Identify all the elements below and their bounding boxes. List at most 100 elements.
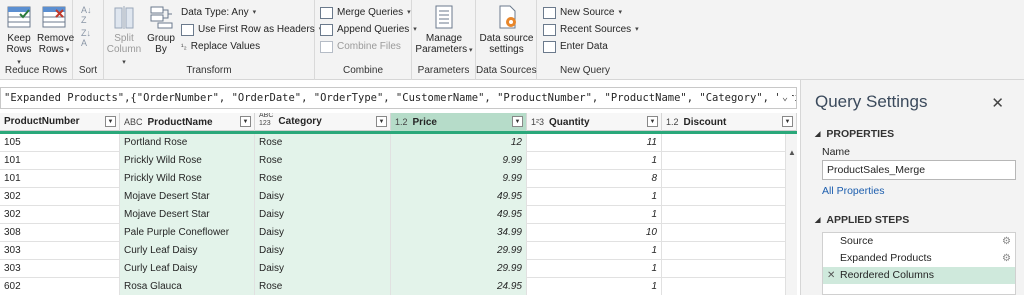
enter-data-button[interactable]: Enter Data [543,39,608,55]
recent-sources-button[interactable]: Recent Sources ▾ [543,22,639,38]
table-cell[interactable]: Rose [255,134,391,152]
new-source-button[interactable]: New Source ▾ [543,5,622,21]
column-type-icon[interactable]: 1.2 [395,117,408,127]
scroll-up-icon[interactable]: ▲ [788,148,796,157]
table-cell[interactable]: 1 [527,278,662,295]
table-cell[interactable]: 302 [0,188,120,206]
filter-dropdown-icon[interactable]: ▼ [512,116,523,127]
remove-rows-button[interactable]: Remove Rows ▾ [37,4,74,56]
sort-ascending-icon[interactable]: A↓ Z [81,5,92,25]
table-cell[interactable]: Daisy [255,260,391,278]
column-type-icon[interactable]: 1²3 [531,117,544,127]
sort-descending-icon[interactable]: Z↓ A [81,28,91,48]
table-cell[interactable]: Rosa Glauca [120,278,255,295]
column-header-0[interactable]: ProductNumber ▼ [0,113,120,131]
split-column-button[interactable]: Split Column ▾ [106,4,142,68]
column-header-5[interactable]: 1.2 Discount ▼ [662,113,797,131]
table-cell[interactable]: 302 [0,206,120,224]
table-cell[interactable] [662,224,797,242]
table-cell[interactable]: Curly Leaf Daisy [120,260,255,278]
table-cell[interactable]: Rose [255,152,391,170]
table-cell[interactable]: Curly Leaf Daisy [120,242,255,260]
filter-dropdown-icon[interactable]: ▼ [240,116,251,127]
table-cell[interactable]: Daisy [255,242,391,260]
table-cell[interactable]: Rose [255,170,391,188]
table-cell[interactable]: 303 [0,260,120,278]
filter-dropdown-icon[interactable]: ▼ [782,116,793,127]
column-type-icon[interactable]: 1.2 [666,117,679,127]
replace-values-button[interactable]: ¹₂ Replace Values [181,39,260,55]
table-cell[interactable]: 49.95 [391,188,527,206]
group-by-button[interactable]: Group By [146,4,176,55]
table-cell[interactable] [662,278,797,295]
table-cell[interactable]: 49.95 [391,206,527,224]
delete-step-icon[interactable]: ✕ [827,267,835,284]
table-row[interactable]: 308 Pale Purple Coneflower Daisy 34.99 10 [0,224,797,242]
step-source[interactable]: Source ⚙ [823,233,1015,250]
vertical-scrollbar[interactable]: ▲ [785,134,797,295]
step-reordered-columns[interactable]: ✕ Reordered Columns [823,267,1015,284]
filter-dropdown-icon[interactable]: ▼ [647,116,658,127]
table-cell[interactable]: 101 [0,152,120,170]
column-header-2[interactable]: ABC 123 Category ▼ [255,113,391,131]
table-cell[interactable]: 602 [0,278,120,295]
table-cell[interactable] [662,152,797,170]
combine-files-button[interactable]: Combine Files [320,39,401,55]
table-row[interactable]: 302 Mojave Desert Star Daisy 49.95 1 [0,188,797,206]
applied-steps-section[interactable]: ◢ APPLIED STEPS [815,214,909,226]
table-cell[interactable]: Pale Purple Coneflower [120,224,255,242]
table-cell[interactable]: 1 [527,242,662,260]
table-cell[interactable]: 29.99 [391,242,527,260]
table-row[interactable]: 602 Rosa Glauca Rose 24.95 1 [0,278,797,295]
table-cell[interactable] [662,134,797,152]
column-type-icon[interactable]: ABC [124,117,143,127]
data-source-settings-button[interactable]: Data source settings [478,4,535,55]
formula-bar[interactable]: "Expanded Products",{"OrderNumber", "Ord… [0,87,797,109]
filter-dropdown-icon[interactable]: ▼ [376,116,387,127]
table-cell[interactable]: Daisy [255,206,391,224]
table-row[interactable]: 101 Prickly Wild Rose Rose 9.99 1 [0,152,797,170]
table-cell[interactable]: 34.99 [391,224,527,242]
properties-section[interactable]: ◢ PROPERTIES [815,128,894,140]
manage-parameters-button[interactable]: Manage Parameters ▾ [415,4,473,56]
table-cell[interactable]: 29.99 [391,260,527,278]
table-cell[interactable]: 11 [527,134,662,152]
column-header-3[interactable]: 1.2 Price ▼ [391,113,527,131]
table-cell[interactable]: 105 [0,134,120,152]
table-row[interactable]: 105 Portland Rose Rose 12 11 [0,134,797,152]
table-cell[interactable]: Mojave Desert Star [120,206,255,224]
table-row[interactable]: 302 Mojave Desert Star Daisy 49.95 1 [0,206,797,224]
column-header-1[interactable]: ABC ProductName ▼ [120,113,255,131]
gear-icon[interactable]: ⚙ [1002,233,1011,250]
table-cell[interactable]: 8 [527,170,662,188]
filter-dropdown-icon[interactable]: ▼ [105,116,116,127]
step-expanded-products[interactable]: Expanded Products ⚙ [823,250,1015,267]
table-cell[interactable] [662,242,797,260]
merge-queries-button[interactable]: Merge Queries ▾ [320,5,411,21]
table-row[interactable]: 303 Curly Leaf Daisy Daisy 29.99 1 [0,242,797,260]
table-cell[interactable]: 1 [527,152,662,170]
table-cell[interactable]: Daisy [255,188,391,206]
table-cell[interactable]: 12 [391,134,527,152]
table-cell[interactable]: 10 [527,224,662,242]
append-queries-button[interactable]: Append Queries ▾ [320,22,417,38]
keep-rows-button[interactable]: Keep Rows ▾ [4,4,34,68]
table-cell[interactable]: Mojave Desert Star [120,188,255,206]
table-cell[interactable]: 1 [527,188,662,206]
table-cell[interactable]: Prickly Wild Rose [120,152,255,170]
query-name-input[interactable] [822,160,1016,180]
table-cell[interactable] [662,206,797,224]
table-cell[interactable]: 9.99 [391,170,527,188]
gear-icon[interactable]: ⚙ [1002,250,1011,267]
table-cell[interactable]: 1 [527,206,662,224]
table-cell[interactable] [662,170,797,188]
column-header-4[interactable]: 1²3 Quantity ▼ [527,113,662,131]
close-icon[interactable]: ✕ [991,94,1004,112]
table-cell[interactable]: Prickly Wild Rose [120,170,255,188]
table-row[interactable]: 101 Prickly Wild Rose Rose 9.99 8 [0,170,797,188]
all-properties-link[interactable]: All Properties [822,185,884,197]
data-type-dropdown[interactable]: Data Type: Any ▾ [181,5,256,21]
table-cell[interactable]: 303 [0,242,120,260]
table-cell[interactable]: 24.95 [391,278,527,295]
table-cell[interactable]: 101 [0,170,120,188]
